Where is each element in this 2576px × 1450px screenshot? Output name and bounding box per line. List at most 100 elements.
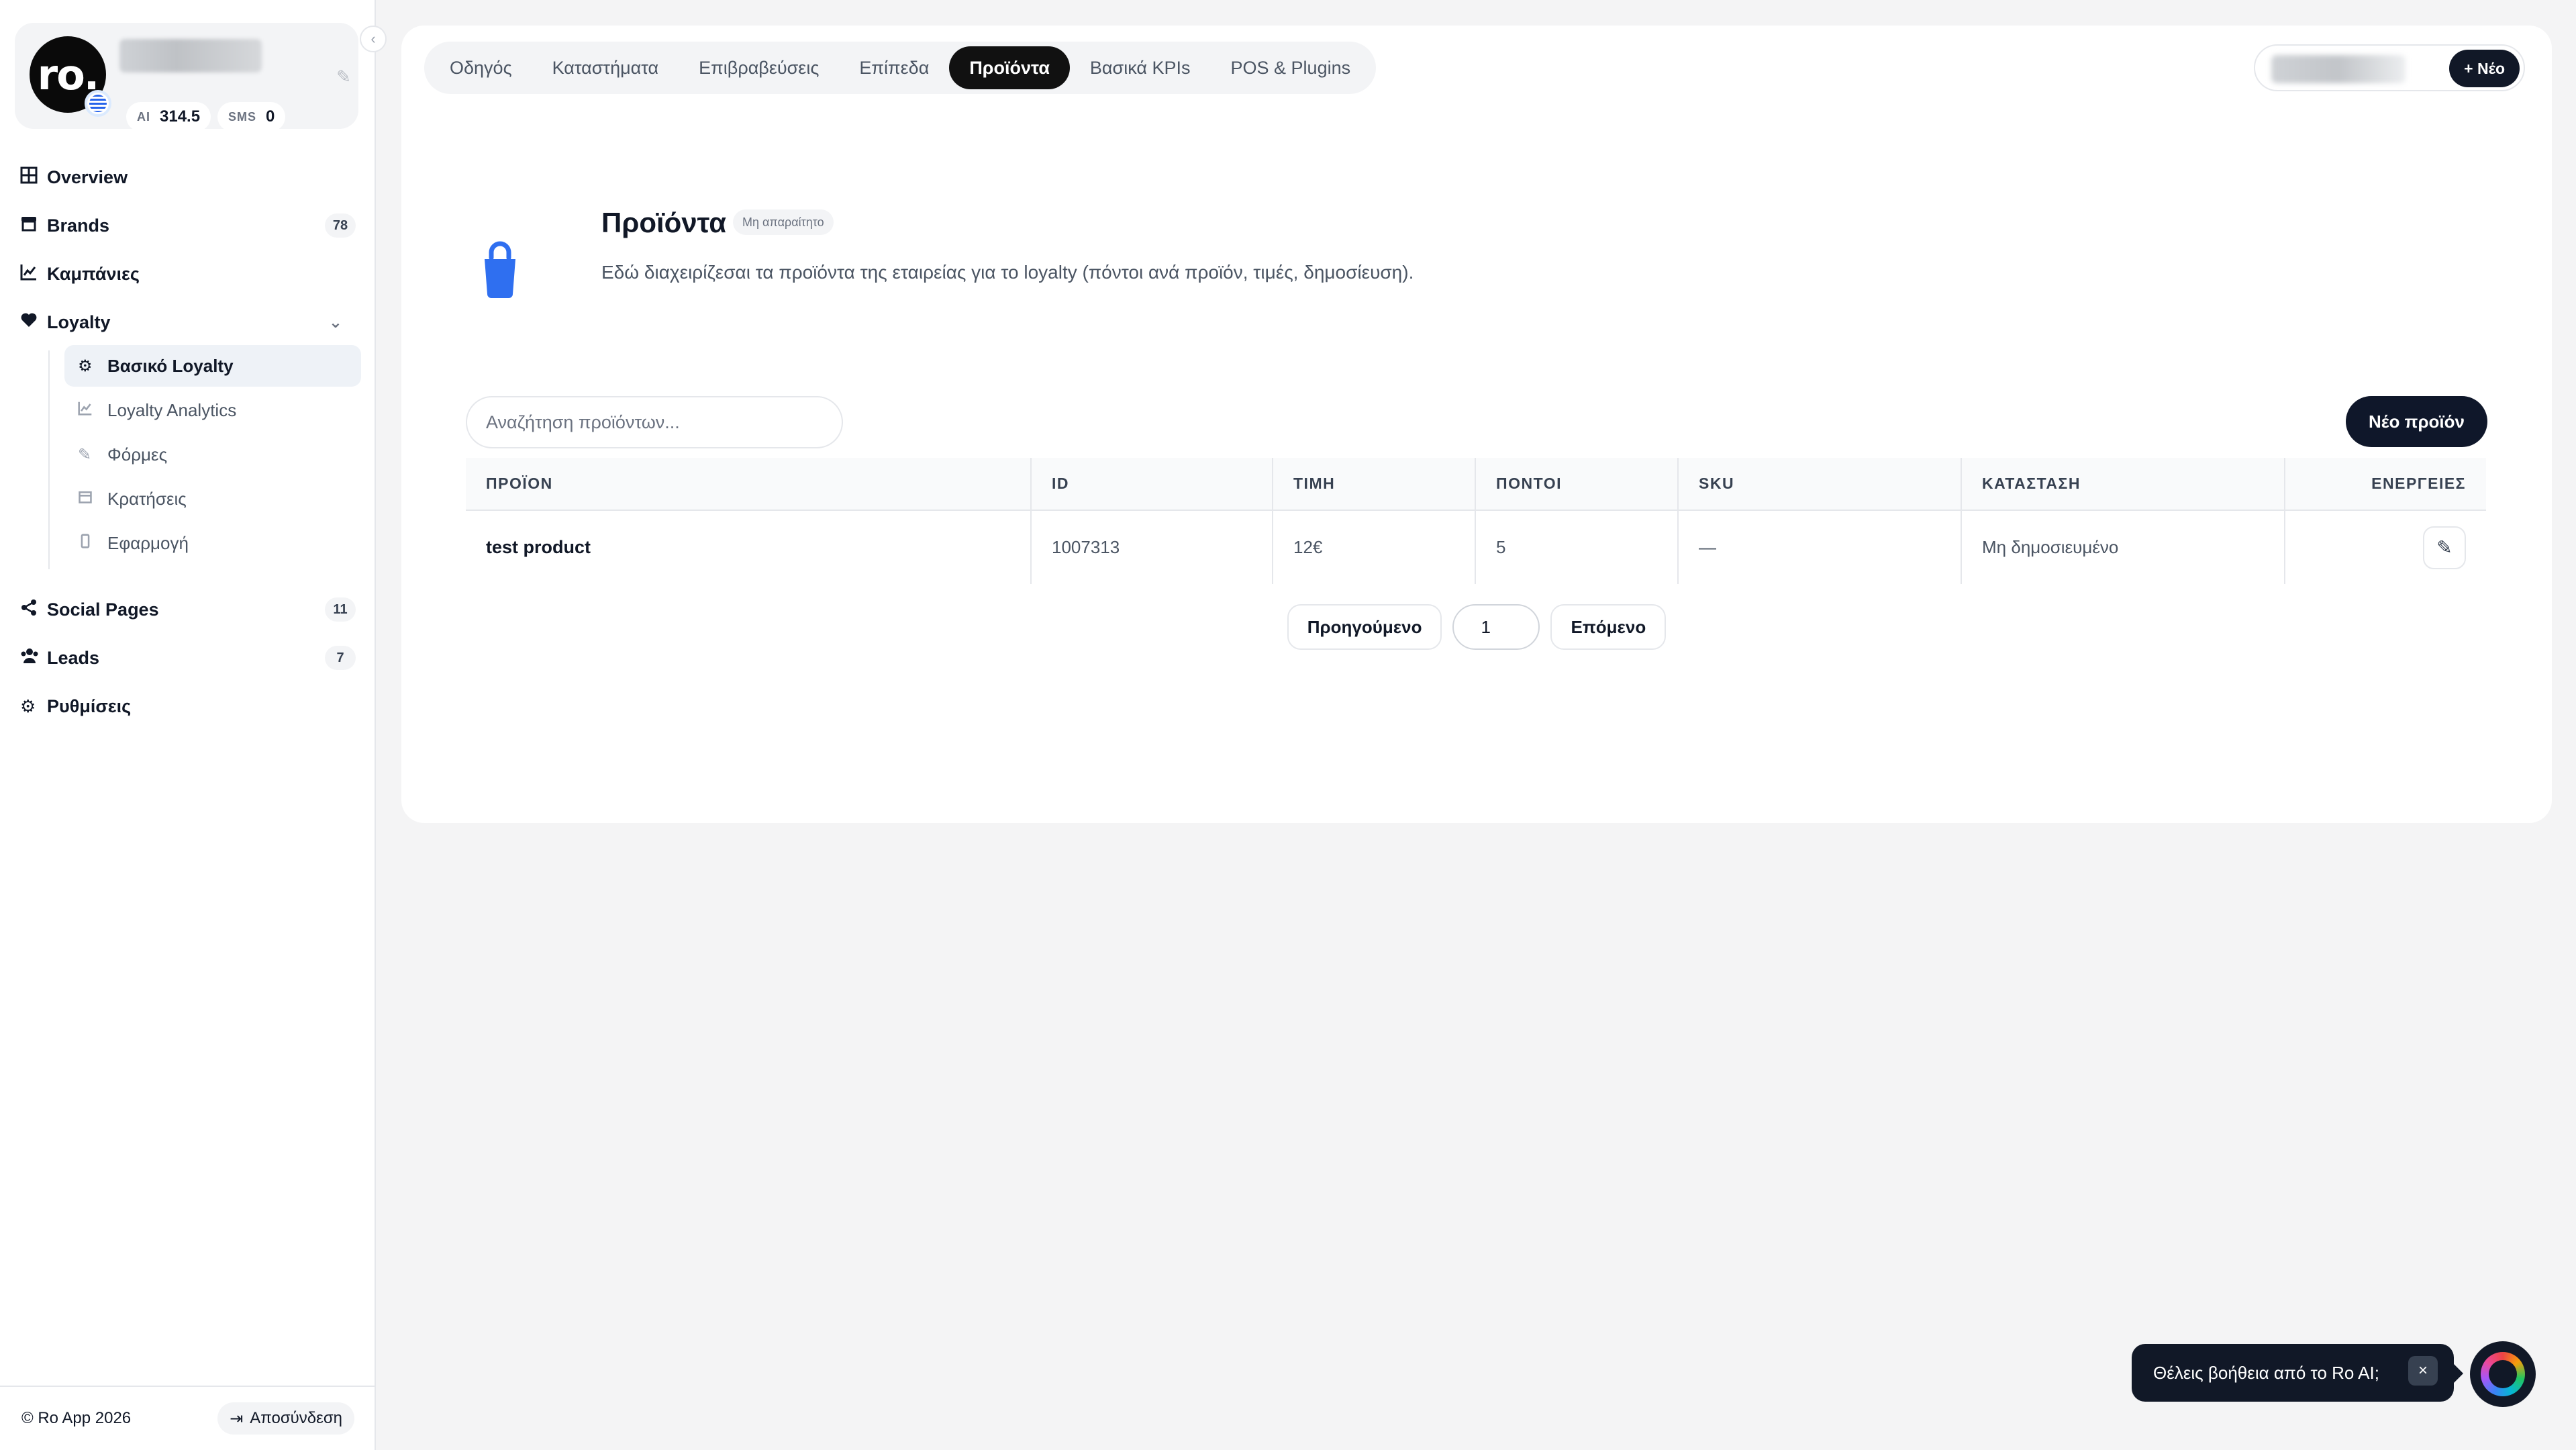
subitem-label: Κρατήσεις xyxy=(107,488,187,509)
gear-icon: ⚙ xyxy=(20,695,36,716)
leads-count-badge: 7 xyxy=(325,646,356,670)
sidebar-item-loyalty[interactable]: Loyalty ⌄ xyxy=(20,303,356,341)
ro-ai-launcher-icon[interactable] xyxy=(2470,1341,2536,1407)
new-button[interactable]: + Νέο xyxy=(2449,50,2520,87)
edit-product-button[interactable]: ✎ xyxy=(2423,526,2466,569)
calendar-icon xyxy=(78,489,107,509)
ai-help-text: Θέλεις βοήθεια από το Ro AI; xyxy=(2153,1362,2379,1383)
edit-profile-icon[interactable]: ✎ xyxy=(333,66,354,87)
cell-product-price: 12€ xyxy=(1273,510,1476,584)
cell-actions: ✎ xyxy=(2285,510,2486,584)
tab-pos-plugins[interactable]: POS & Plugins xyxy=(1211,46,1371,89)
sms-credits-label: SMS xyxy=(228,109,257,124)
subitem-label: Φόρμες xyxy=(107,444,168,465)
logout-label: Αποσύνδεση xyxy=(250,1409,342,1427)
edit-icon: ✎ xyxy=(78,445,92,464)
sidebar-subitem-app[interactable]: Εφαρμογή xyxy=(64,522,361,564)
sidebar-subitem-forms[interactable]: ✎ Φόρμες xyxy=(64,434,361,475)
previous-page-button[interactable]: Προηγούμενο xyxy=(1287,604,1442,650)
tab-kpis[interactable]: Βασικά KPIs xyxy=(1070,46,1211,89)
tab-levels[interactable]: Επίπεδα xyxy=(839,46,949,89)
optional-badge: Μη απαραίτητο xyxy=(733,209,834,235)
sidebar-subitem-basic-loyalty[interactable]: ⚙ Βασικό Loyalty xyxy=(64,345,361,387)
pagination: Προηγούμενο Επόμενο xyxy=(401,604,2552,650)
sidebar-item-brands[interactable]: Brands 78 xyxy=(20,207,356,244)
col-header-points: ΠΟΝΤΟΙ xyxy=(1475,458,1679,511)
page-description: Εδώ διαχειρίζεσαι τα προϊόντα της εταιρε… xyxy=(601,262,1414,283)
mobile-icon xyxy=(78,533,107,553)
product-search-input[interactable] xyxy=(466,396,843,448)
store-icon xyxy=(20,215,47,237)
logout-icon: ⇥ xyxy=(230,1409,244,1428)
sidebar-item-social-pages[interactable]: Social Pages 11 xyxy=(20,591,356,628)
sidebar-item-overview[interactable]: Overview xyxy=(20,158,356,196)
profile-card: ro. ✎ AI 314.5 SMS 0 xyxy=(15,23,358,132)
sidebar-item-label: Καμπάνιες xyxy=(47,263,140,284)
chart-line-icon xyxy=(20,263,47,285)
social-pages-count-badge: 11 xyxy=(325,597,356,622)
heart-icon xyxy=(20,311,47,334)
users-icon xyxy=(20,647,47,669)
page-title: Προϊόντα xyxy=(601,207,727,238)
subnav-divider xyxy=(48,350,50,569)
greek-flag-icon xyxy=(85,90,111,117)
subitem-label: Βασικό Loyalty xyxy=(107,355,234,376)
collapse-sidebar-button[interactable]: ‹ xyxy=(360,26,387,52)
col-header-product: ΠΡΟΪΟΝ xyxy=(466,458,1032,511)
blurred-selector-value[interactable] xyxy=(2271,55,2406,83)
copyright-text: © Ro App 2026 xyxy=(21,1409,132,1427)
page-number-input[interactable] xyxy=(1452,604,1540,650)
ai-credits-badge: AI 314.5 xyxy=(126,102,211,132)
share-icon xyxy=(20,599,47,621)
sidebar-item-leads[interactable]: Leads 7 xyxy=(20,639,356,677)
sidebar-footer: © Ro App 2026 ⇥ Αποσύνδεση xyxy=(0,1386,376,1450)
new-product-button[interactable]: Νέο προϊόν xyxy=(2345,396,2487,447)
col-header-price: ΤΙΜΗ xyxy=(1273,458,1476,511)
sidebar-subitem-loyalty-analytics[interactable]: Loyalty Analytics xyxy=(64,389,361,431)
grid-icon xyxy=(20,166,47,189)
sidebar-subitem-reservations[interactable]: Κρατήσεις xyxy=(64,478,361,520)
sms-credits-value: 0 xyxy=(266,107,275,126)
shopping-bag-icon xyxy=(477,240,524,301)
next-page-button[interactable]: Επόμενο xyxy=(1550,604,1667,650)
sidebar-item-label: Social Pages xyxy=(47,599,159,620)
sidebar: ro. ✎ AI 314.5 SMS 0 Overview Brands 78 xyxy=(0,0,376,1450)
tab-guide[interactable]: Οδηγός xyxy=(430,46,532,89)
col-header-actions: ΕΝΕΡΓΕΙΕΣ xyxy=(2285,458,2486,511)
subitem-label: Εφαρμογή xyxy=(107,532,189,553)
table-row[interactable]: test product 1007313 12€ 5 — Μη δημοσιευ… xyxy=(466,510,2486,584)
brands-count-badge: 78 xyxy=(325,213,356,238)
chevron-down-icon[interactable]: ⌄ xyxy=(329,313,342,332)
col-header-status: ΚΑΤΑΣΤΑΣΗ xyxy=(1961,458,2285,511)
tab-stores[interactable]: Καταστήματα xyxy=(532,46,679,89)
table-header-row: ΠΡΟΪΟΝ ID ΤΙΜΗ ΠΟΝΤΟΙ SKU ΚΑΤΑΣΤΑΣΗ ΕΝΕΡ… xyxy=(466,458,2486,511)
subitem-label: Loyalty Analytics xyxy=(107,399,237,420)
sidebar-item-label: Overview xyxy=(47,166,128,187)
chart-line-icon xyxy=(78,401,107,420)
top-right-selector: + Νέο xyxy=(2254,44,2525,91)
cell-product-status: Μη δημοσιευμένο xyxy=(1961,510,2285,584)
col-header-id: ID xyxy=(1031,458,1273,511)
ai-help-bubble[interactable]: Θέλεις βοήθεια από το Ro AI; × xyxy=(2132,1344,2463,1402)
col-header-sku: SKU xyxy=(1678,458,1962,511)
sidebar-item-settings[interactable]: ⚙ Ρυθμίσεις xyxy=(20,687,356,725)
cell-product-name: test product xyxy=(466,510,1032,584)
cell-product-points: 5 xyxy=(1475,510,1679,584)
sidebar-item-label: Brands xyxy=(47,215,110,236)
pencil-icon: ✎ xyxy=(2436,537,2453,558)
ai-credits-value: 314.5 xyxy=(160,107,201,126)
tab-products[interactable]: Προϊόντα xyxy=(949,46,1070,89)
main-panel: Οδηγός Καταστήματα Επιβραβεύσεις Επίπεδα… xyxy=(401,26,2552,823)
ai-credits-label: AI xyxy=(137,109,150,124)
close-icon[interactable]: × xyxy=(2408,1356,2438,1386)
account-name-blurred xyxy=(119,39,262,72)
cogs-icon: ⚙ xyxy=(78,356,93,375)
logout-button[interactable]: ⇥ Αποσύνδεση xyxy=(217,1402,354,1435)
cell-product-id: 1007313 xyxy=(1031,510,1273,584)
sidebar-item-label: Ρυθμίσεις xyxy=(47,695,132,716)
products-table: ΠΡΟΪΟΝ ID ΤΙΜΗ ΠΟΝΤΟΙ SKU ΚΑΤΑΣΤΑΣΗ ΕΝΕΡ… xyxy=(466,458,2486,584)
sidebar-item-campaigns[interactable]: Καμπάνιες xyxy=(20,255,356,293)
sidebar-item-label: Leads xyxy=(47,647,100,668)
sidebar-item-label: Loyalty xyxy=(47,311,111,332)
tab-rewards[interactable]: Επιβραβεύσεις xyxy=(679,46,839,89)
